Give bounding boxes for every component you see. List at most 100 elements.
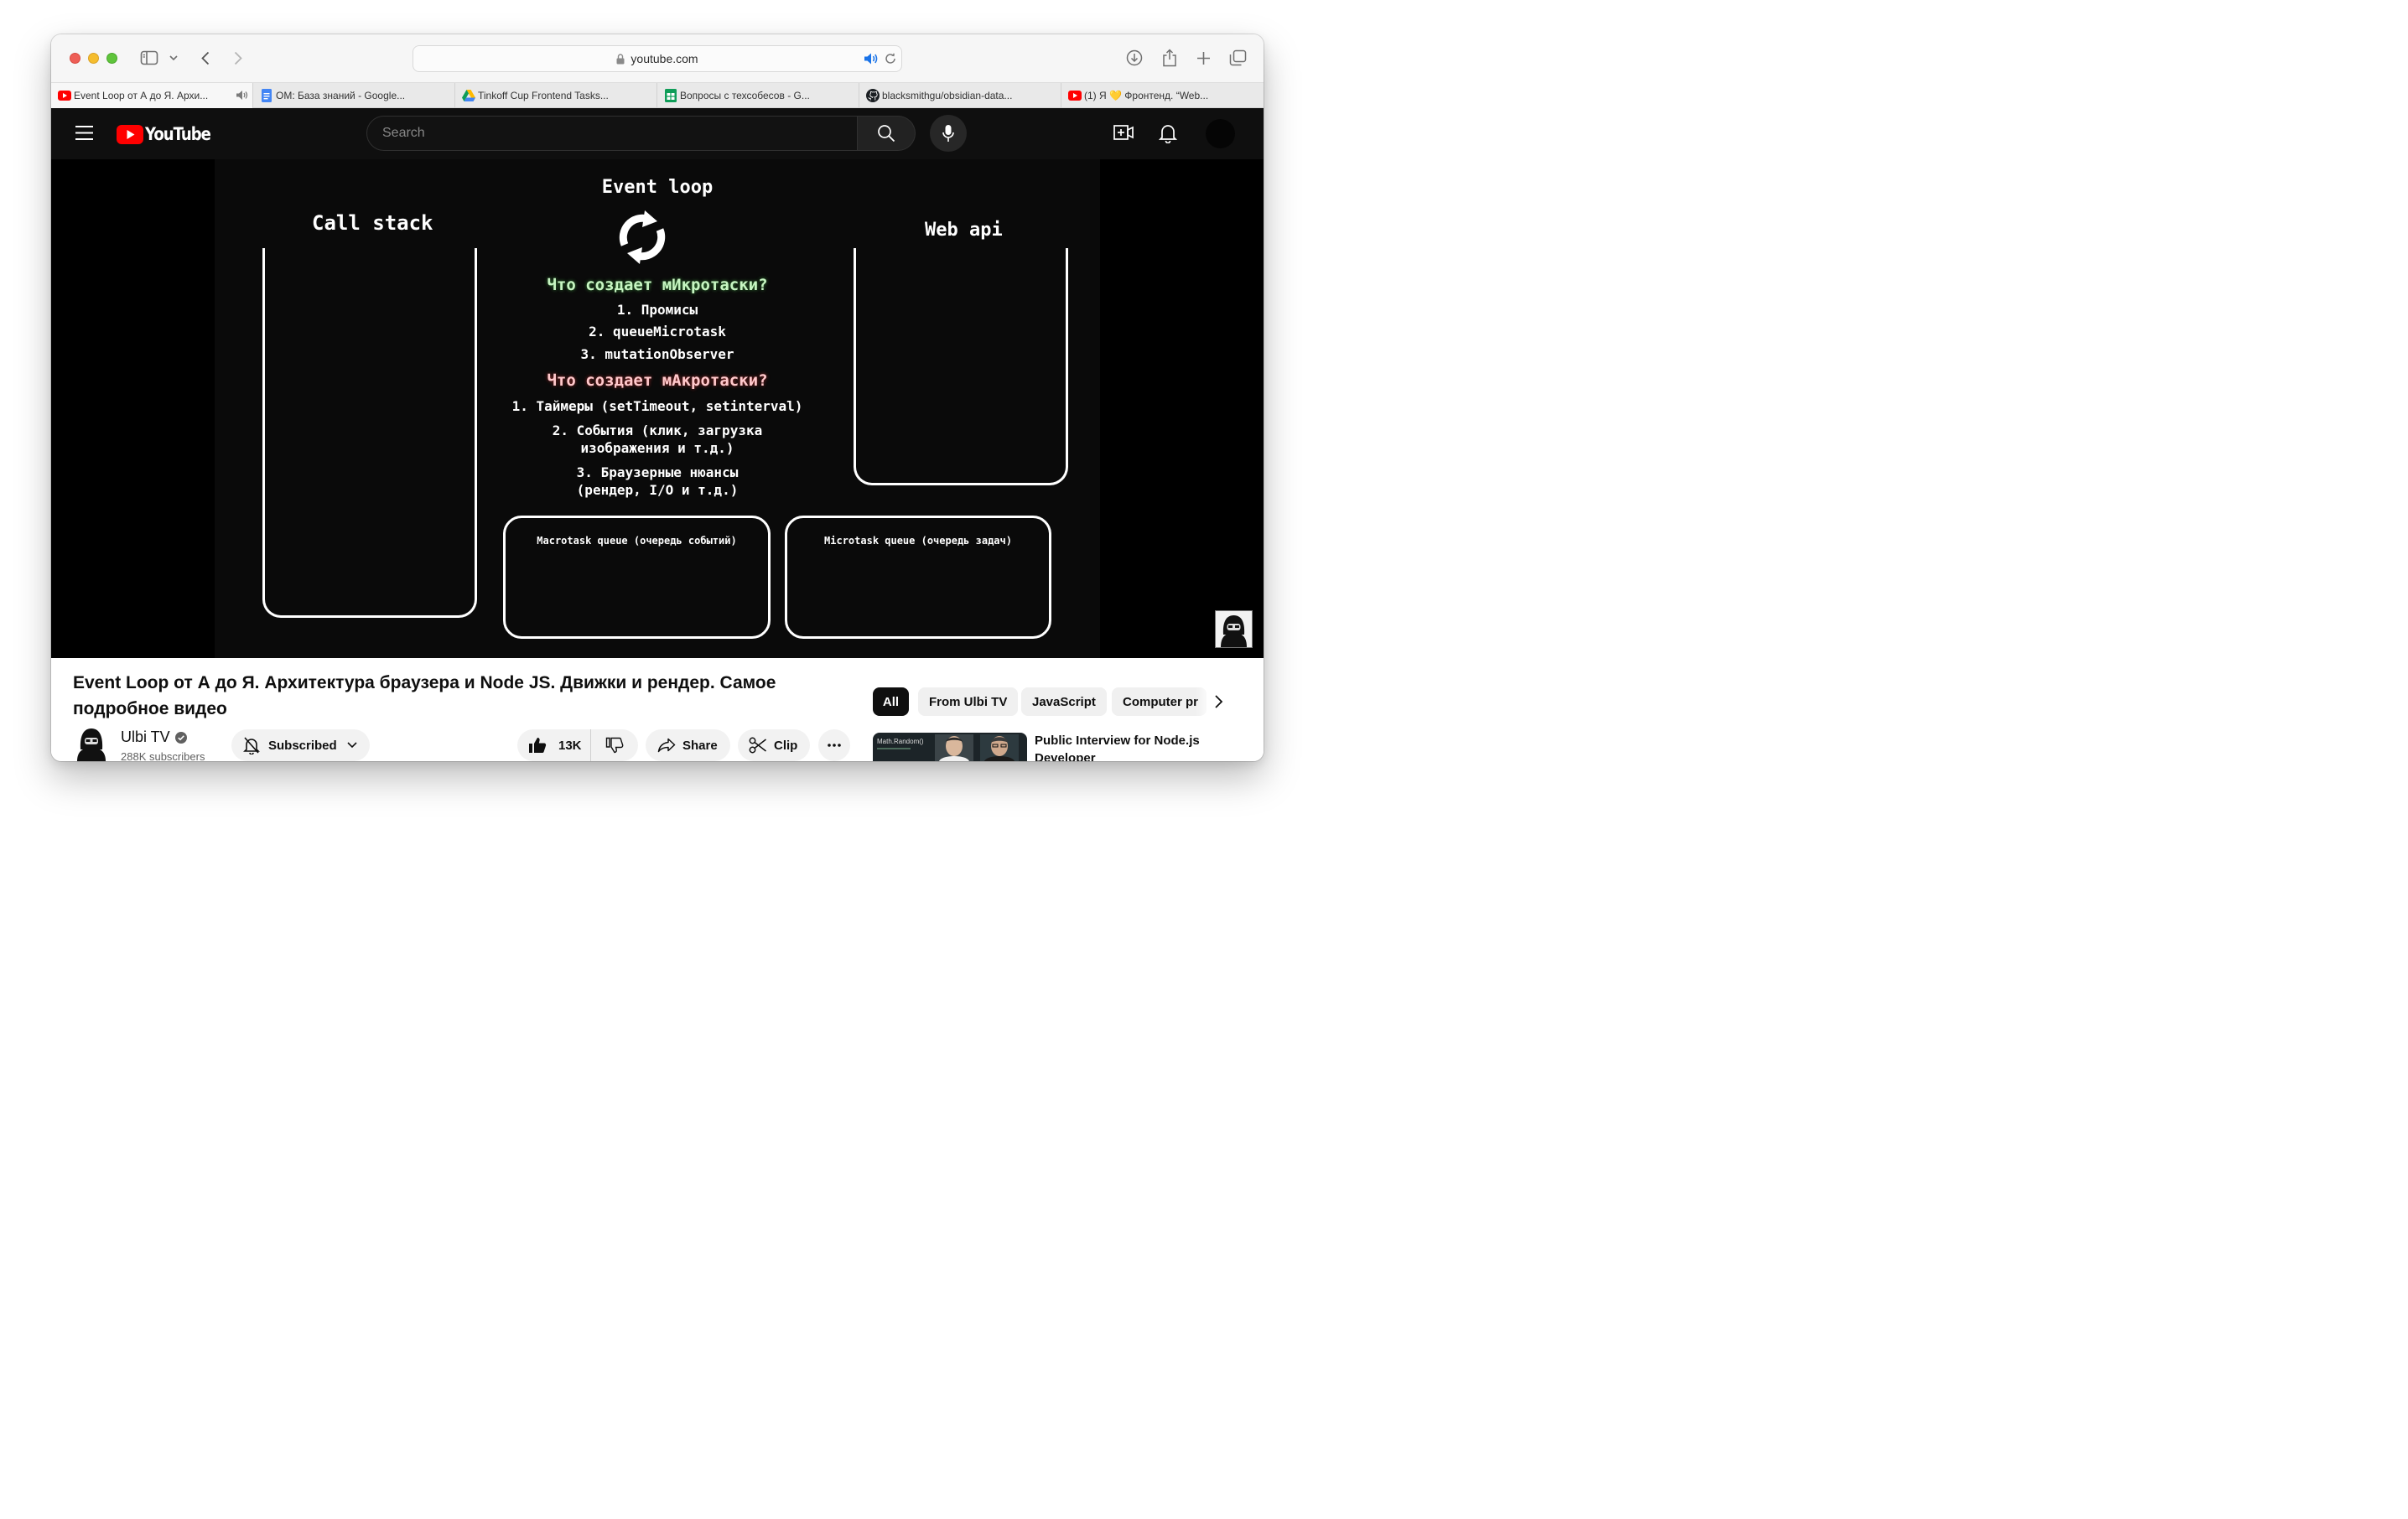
microphone-icon [942,125,954,142]
share-label: Share [682,738,718,753]
chip-javascript[interactable]: JavaScript [1021,687,1107,716]
person-portrait-icon [935,734,973,761]
recommendation-title-line: Developer [1035,751,1096,761]
clip-button[interactable]: Clip [738,729,810,761]
macrotask-item: изображения и т.д.) [580,440,734,456]
reload-icon[interactable] [884,52,897,65]
speaker-icon[interactable] [236,90,249,101]
youtube-logo-text: YouTube [145,124,211,144]
close-window-button[interactable] [70,53,80,64]
tab-label: Tinkoff Cup Frontend Tasks... [478,90,609,101]
channel-watermark[interactable] [1215,610,1253,648]
youtube-icon [1068,89,1082,102]
macrotask-queue-label: Macrotask queue (очередь событий) [537,535,737,547]
chevron-right-icon[interactable] [1214,694,1223,713]
more-actions-button[interactable] [818,729,850,761]
google-drive-icon [462,89,475,102]
speaker-icon[interactable] [864,52,879,65]
share-icon[interactable] [1160,48,1179,68]
share-arrow-icon [657,738,676,753]
tab-label: ОМ: База знаний - Google... [276,90,406,101]
notifications-bell-icon[interactable] [1158,123,1178,148]
dislike-button[interactable] [591,729,637,761]
recommendation-title-line: Public Interview for Node.js [1035,734,1200,748]
microtask-item: 2. queueMicrotask [589,324,726,340]
more-horizontal-icon [828,744,841,747]
subscribed-button[interactable]: Subscribed [231,729,370,761]
thumbs-up-icon [529,738,547,753]
bell-off-icon [243,737,260,754]
tab-label: (1) Я 💛 Фронтенд. “Web... [1084,90,1209,101]
scissors-icon [749,737,766,754]
tab-tinkoff-cup[interactable]: Tinkoff Cup Frontend Tasks... [455,83,657,108]
recommendation-title[interactable]: Public Interview for Node.js Developer [1035,732,1211,761]
back-arrow-icon[interactable] [198,49,213,66]
address-text: youtube.com [631,52,698,65]
video-title: Event Loop от А до Я. Архитектура браузе… [73,670,811,722]
youtube-icon [58,89,71,102]
create-video-icon[interactable] [1113,124,1134,145]
hacker-avatar-icon [1221,615,1247,647]
avatar[interactable] [1206,119,1235,148]
sidebar-toggle-icon[interactable] [140,49,158,66]
call-stack-label: Call stack [312,211,433,235]
slide-title: Event loop [601,177,714,198]
refresh-cycle-icon [619,210,666,264]
video-title-line: Event Loop от А до Я. Архитектура браузе… [73,673,776,692]
video-player[interactable]: Event loop Call stack Web api Что создае… [51,159,1264,658]
microtask-queue-label: Microtask queue (очередь задач) [824,535,1012,547]
like-button[interactable]: 13K [517,729,591,761]
thumbs-down-icon [605,737,623,754]
macrotask-item: 2. События (клик, загрузка [552,423,763,438]
youtube-header: YouTube Search [51,108,1264,159]
person-portrait-icon [980,734,1019,761]
macrotask-queue-box: Macrotask queue (очередь событий) [503,516,771,639]
subscribed-label: Subscribed [268,738,337,753]
tab-event-loop[interactable]: Event Loop от А до Я. Архи... [51,83,253,108]
channel-avatar[interactable] [74,725,109,761]
recommendation-thumbnail[interactable]: Math.Random() [873,733,1027,761]
github-icon [866,89,880,102]
minimize-window-button[interactable] [88,53,99,64]
macrotask-heading: Что создает мАкротаски? [547,371,768,390]
microtask-queue-box: Microtask queue (очередь задач) [785,516,1051,639]
search-input[interactable]: Search [366,116,858,151]
browser-toolbar: youtube.com [51,34,1264,82]
tab-label: blacksmithgu/obsidian-data... [882,90,1013,101]
new-tab-plus-icon[interactable] [1194,49,1212,67]
tab-frontend-web[interactable]: (1) Я 💛 Фронтенд. “Web... [1061,83,1264,108]
macrotask-item: 3. Браузерные нюансы [576,464,739,480]
voice-search-button[interactable] [930,115,967,152]
lock-icon [616,53,625,65]
tab-label: Вопросы с техсобесов - G... [680,90,810,101]
chip-all[interactable]: All [873,687,909,716]
tab-obsidian-dataview[interactable]: blacksmithgu/obsidian-data... [859,83,1061,108]
address-bar[interactable]: youtube.com [413,45,902,72]
download-icon[interactable] [1125,49,1144,67]
chip-computer-programming[interactable]: Computer pr [1112,687,1207,716]
verified-check-icon [174,731,187,744]
channel-name-text: Ulbi TV [121,728,170,745]
forward-arrow-icon[interactable] [231,49,246,66]
chevron-down-icon[interactable] [168,53,179,63]
tab-knowledge-base[interactable]: ОМ: База знаний - Google... [253,83,455,108]
tab-overview-icon[interactable] [1227,49,1248,67]
zoom-window-button[interactable] [106,53,117,64]
video-info-section: Event Loop от А до Я. Архитектура браузе… [51,658,1264,761]
channel-name[interactable]: Ulbi TV [121,728,187,746]
macrotask-item: 1. Таймеры (setTimeout, setinterval) [511,398,803,414]
like-count: 13K [558,738,582,753]
google-sheets-icon [664,89,677,102]
tab-interview-questions[interactable]: Вопросы с техсобесов - G... [657,83,859,108]
youtube-logo-icon [117,124,143,144]
chip-from-ulbi-tv[interactable]: From Ulbi TV [918,687,1019,716]
hacker-avatar-icon [74,725,109,761]
search-button[interactable] [858,116,916,151]
google-docs-icon [260,89,273,102]
macrotask-item: (рендер, I/O и т.д.) [576,482,739,498]
microtask-heading: Что создает мИкротаски? [547,276,768,294]
like-dislike-group: 13K [517,729,638,761]
youtube-logo[interactable]: YouTube [117,124,221,144]
hamburger-menu-icon[interactable] [75,126,93,144]
share-button[interactable]: Share [646,729,730,761]
